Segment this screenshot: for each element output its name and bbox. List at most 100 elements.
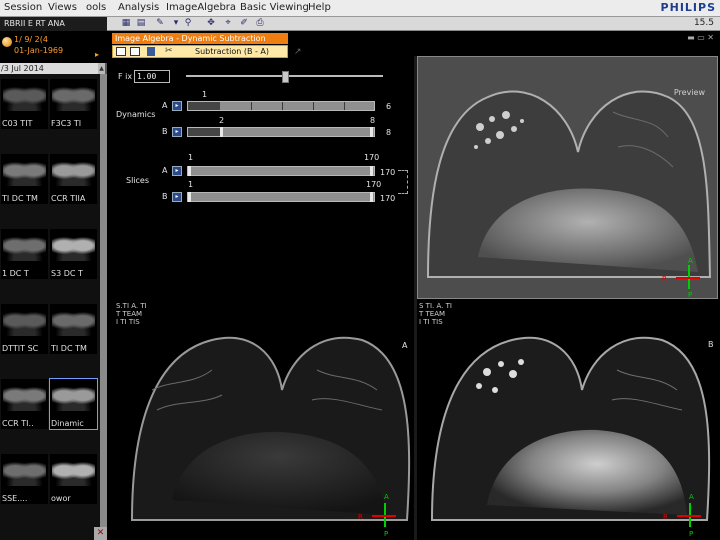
mri-image-b bbox=[430, 336, 711, 521]
dynamics-a-button[interactable]: ▸ bbox=[172, 101, 182, 111]
pen-icon[interactable]: ✎ bbox=[154, 18, 166, 29]
thumbnail-image bbox=[52, 158, 95, 186]
series-thumbnail[interactable]: DTTIT SC bbox=[1, 304, 48, 354]
viewport-b-orient-top: A bbox=[689, 493, 694, 501]
dynamics-b-value: 2 bbox=[219, 116, 225, 125]
thumbnail-image bbox=[3, 308, 46, 336]
dynamics-a-max: 6 bbox=[386, 102, 392, 111]
series-thumbnail[interactable]: TI DC TM bbox=[50, 304, 97, 354]
subtraction-tab-bar[interactable]: ✂ Subtraction (B - A) bbox=[112, 45, 288, 58]
patient-panel[interactable]: RBRII E RT ANA 1/ 9/ 2(4 01-Jan-1969 ▸ bbox=[0, 17, 107, 63]
preview-viewport[interactable]: Preview A R P bbox=[417, 56, 718, 299]
series-thumbnail[interactable]: 1 DC T bbox=[1, 229, 48, 279]
thumbnail-label: SSE.... bbox=[2, 494, 28, 503]
orientation-marker-h-icon bbox=[372, 515, 396, 517]
series-thumbnail[interactable]: owor bbox=[50, 454, 97, 504]
patient-name-bar: RBRII E RT ANA bbox=[0, 17, 107, 31]
series-thumbnail[interactable]: CCR TIIA bbox=[50, 154, 97, 204]
zoom-icon[interactable]: ⚲ bbox=[182, 18, 194, 29]
viewport-a-info-3: I TI TIS bbox=[116, 318, 140, 326]
factor-input[interactable]: 1.00 bbox=[134, 70, 170, 83]
factor-slider-handle[interactable] bbox=[282, 71, 289, 83]
measure-icon[interactable]: ⌖ bbox=[222, 18, 234, 29]
viewport-b[interactable]: S TI. A. TI T TEAM I TI TIS B A R P bbox=[417, 300, 718, 540]
preview-orient-right: R bbox=[662, 275, 667, 283]
menu-basic-viewing[interactable]: Basic Viewing bbox=[240, 2, 309, 13]
menu-session[interactable]: Session bbox=[4, 2, 42, 13]
series-thumbnail[interactable]: C03 TIT bbox=[1, 79, 48, 129]
thumbnail-label: owor bbox=[51, 494, 71, 503]
thumbnail-label: DTTIT SC bbox=[2, 344, 39, 353]
print-icon[interactable]: ⎙ bbox=[254, 18, 266, 29]
thumbnail-image bbox=[3, 83, 46, 111]
series-thumbnail-strip: /3 Jul 2014 ▲ C03 TIT F3C3 TI TI DC TM CCR … bbox=[0, 63, 107, 540]
series-thumbnail[interactable]: F3C3 TI bbox=[50, 79, 97, 129]
viewport-a-info-1: S.TI A. TI bbox=[116, 302, 147, 310]
series-date-header: /3 Jul 2014 bbox=[0, 63, 100, 74]
annotate-icon[interactable]: ✐ bbox=[238, 18, 250, 29]
grid-layout-icon[interactable]: ▦ bbox=[120, 18, 132, 29]
slices-b-start: 1 bbox=[188, 180, 194, 189]
slices-a-slider[interactable] bbox=[187, 166, 375, 176]
dynamics-a-slider[interactable] bbox=[187, 101, 375, 111]
menu-analysis[interactable]: Analysis bbox=[118, 2, 159, 13]
menu-help[interactable]: Help bbox=[308, 2, 331, 13]
thumbnail-image bbox=[52, 233, 95, 261]
folder-icon[interactable]: ▤ bbox=[135, 18, 147, 29]
slice-link-bracket[interactable] bbox=[398, 170, 408, 194]
slices-a-button[interactable]: ▸ bbox=[172, 166, 182, 176]
slices-b-end: 170 bbox=[366, 180, 382, 189]
thumbnail-image bbox=[52, 383, 95, 411]
thumbnail-label: F3C3 TI bbox=[51, 119, 82, 128]
tool-window-title: Image Algebra - Dynamic Subtraction bbox=[112, 33, 288, 44]
factor-label: F ix bbox=[118, 72, 133, 81]
expand-arrow-icon[interactable]: ▸ bbox=[95, 50, 99, 59]
viewport-a-orient-bottom: P bbox=[384, 530, 389, 538]
series-thumbnail[interactable]: Dinamic bbox=[49, 378, 98, 430]
viewport-a-info-2: T TEAM bbox=[116, 310, 143, 318]
scroll-up-icon[interactable]: ▲ bbox=[98, 63, 105, 74]
slices-a-end: 170 bbox=[364, 153, 380, 162]
dynamics-b-slider[interactable] bbox=[187, 127, 375, 137]
thumbnail-label: S3 DC T bbox=[51, 269, 83, 278]
dynamics-b-button[interactable]: ▸ bbox=[172, 127, 182, 137]
thumbnail-label: TI DC TM bbox=[2, 194, 38, 203]
thumbnail-image bbox=[3, 233, 46, 261]
series-thumbnail[interactable]: S3 DC T bbox=[50, 229, 97, 279]
viewport-a-orient-top: A bbox=[384, 493, 389, 501]
brand-logo: PHILIPS bbox=[660, 1, 716, 14]
thumbnail-image bbox=[3, 383, 46, 411]
window-controls[interactable]: ▬ ▭ ✕ bbox=[687, 33, 714, 42]
tool-window-titlebar: Image Algebra - Dynamic Subtraction ▬ ▭ … bbox=[112, 33, 720, 44]
mri-image-a bbox=[130, 336, 411, 521]
viewport-a[interactable]: S.TI A. TI T TEAM I TI TIS A A R P bbox=[112, 300, 414, 540]
study-date: 1/ 9/ 2(4 bbox=[14, 35, 48, 44]
series-thumbnail[interactable]: TI DC TM bbox=[1, 154, 48, 204]
dynamics-b-max: 8 bbox=[386, 128, 392, 137]
menu-tools[interactable]: ools bbox=[86, 2, 106, 13]
viewport-a-letter: A bbox=[402, 341, 408, 350]
dynamics-b-label: B bbox=[162, 127, 168, 136]
slices-b-button[interactable]: ▸ bbox=[172, 192, 182, 202]
slices-a-start: 1 bbox=[188, 153, 194, 162]
slices-label: Slices bbox=[126, 176, 150, 185]
thumbnail-label: C03 TIT bbox=[2, 119, 33, 128]
dropdown-icon[interactable]: ▾ bbox=[170, 18, 182, 29]
slices-b-slider[interactable] bbox=[187, 192, 375, 202]
dynamics-a-label: A bbox=[162, 101, 168, 110]
menu-views[interactable]: Views bbox=[48, 2, 77, 13]
series-thumbnail[interactable]: CCR TI.. bbox=[1, 379, 48, 429]
menu-image-algebra[interactable]: ImageAlgebra bbox=[166, 2, 236, 13]
subtraction-icon[interactable] bbox=[147, 47, 155, 56]
thumbnail-image bbox=[52, 458, 95, 486]
close-series-icon[interactable]: ✕ bbox=[94, 527, 107, 540]
series-thumbnail[interactable]: SSE.... bbox=[1, 454, 48, 504]
scissors-icon[interactable]: ✂ bbox=[165, 46, 173, 56]
thumbnail-scrollbar[interactable] bbox=[100, 74, 107, 527]
thumbnail-image bbox=[3, 458, 46, 486]
toolbar-readout: 15.5 bbox=[693, 18, 714, 28]
patient-name-text: RBRII E RT ANA bbox=[4, 19, 65, 28]
save-icon[interactable] bbox=[116, 47, 126, 56]
pan-icon[interactable]: ✥ bbox=[205, 18, 217, 29]
layout-icon[interactable] bbox=[130, 47, 140, 56]
